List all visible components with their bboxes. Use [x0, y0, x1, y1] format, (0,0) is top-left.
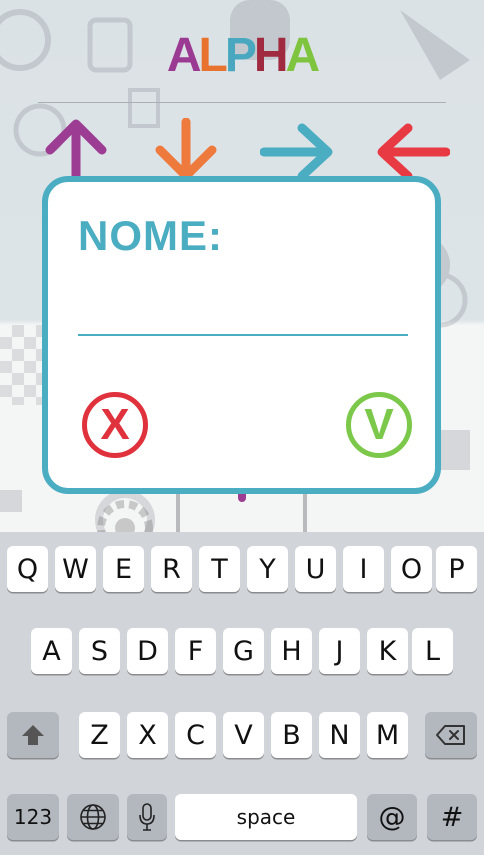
- key-label: K: [378, 635, 397, 667]
- name-input[interactable]: [78, 274, 408, 336]
- cancel-button[interactable]: X: [82, 392, 148, 458]
- logo-letter: H: [253, 29, 289, 82]
- globe-key[interactable]: [67, 794, 119, 840]
- key-label: U: [305, 553, 326, 585]
- key-g[interactable]: G: [223, 628, 264, 674]
- key-label: W: [62, 553, 89, 585]
- name-dialog: NOME: X V: [42, 176, 441, 494]
- key-label: Z: [90, 719, 109, 751]
- key-m[interactable]: M: [367, 712, 408, 758]
- key-p[interactable]: P: [436, 546, 477, 592]
- key-x[interactable]: X: [127, 712, 168, 758]
- key-label: O: [400, 553, 423, 585]
- logo-letter: P: [224, 29, 257, 82]
- key-f[interactable]: F: [175, 628, 216, 674]
- globe-icon: [80, 804, 106, 830]
- key-j[interactable]: J: [319, 628, 360, 674]
- checkered-flag-decoration: [0, 325, 44, 405]
- microphone-key[interactable]: [127, 794, 167, 840]
- key-label: space: [236, 805, 296, 829]
- logo-letter: A: [285, 29, 321, 82]
- shift-icon: [22, 725, 44, 745]
- backspace-icon: [436, 725, 465, 745]
- cancel-label: X: [100, 400, 130, 449]
- key-w[interactable]: W: [55, 546, 96, 592]
- hash-key[interactable]: #: [427, 794, 477, 840]
- header-divider: [38, 102, 446, 103]
- key-q[interactable]: Q: [7, 546, 48, 592]
- at-key[interactable]: @: [367, 794, 417, 840]
- key-label: E: [114, 553, 133, 585]
- key-n[interactable]: N: [319, 712, 360, 758]
- key-label: Y: [259, 553, 276, 585]
- key-label: R: [162, 553, 181, 585]
- microphone-icon: [139, 803, 155, 831]
- space-key[interactable]: space: [175, 794, 357, 840]
- key-label: H: [281, 635, 302, 667]
- key-v[interactable]: V: [223, 712, 264, 758]
- key-a[interactable]: A: [31, 628, 72, 674]
- ios-keyboard: Q W E R T Y U I O P A S D F G H J K L Z …: [0, 532, 484, 855]
- key-label: Q: [16, 553, 39, 585]
- key-t[interactable]: T: [199, 546, 240, 592]
- key-label: F: [187, 635, 204, 667]
- logo-letter: L: [198, 29, 227, 82]
- key-l[interactable]: L: [412, 628, 453, 674]
- key-label: B: [282, 719, 301, 751]
- key-o[interactable]: O: [391, 546, 432, 592]
- key-s[interactable]: S: [79, 628, 120, 674]
- arrow-right-icon[interactable]: [260, 122, 334, 182]
- key-label: I: [359, 553, 368, 585]
- gear-icon: [97, 500, 153, 532]
- key-label: S: [90, 635, 109, 667]
- key-k[interactable]: K: [367, 628, 408, 674]
- key-label: A: [42, 635, 61, 667]
- key-label: V: [234, 719, 253, 751]
- arrow-left-icon[interactable]: [376, 122, 450, 182]
- key-i[interactable]: I: [343, 546, 384, 592]
- key-label: #: [440, 801, 464, 833]
- shift-key[interactable]: [7, 712, 59, 758]
- key-d[interactable]: D: [127, 628, 168, 674]
- key-label: N: [329, 719, 350, 751]
- key-label: D: [137, 635, 158, 667]
- key-label: 123: [13, 805, 53, 829]
- key-y[interactable]: Y: [247, 546, 288, 592]
- key-label: P: [448, 553, 465, 585]
- key-label: X: [138, 719, 157, 751]
- dialog-title: NOME:: [78, 212, 223, 259]
- numbers-key[interactable]: 123: [7, 794, 59, 840]
- alpha-logo: ALPHA: [0, 28, 484, 84]
- logo-letter: A: [166, 29, 202, 82]
- key-z[interactable]: Z: [79, 712, 120, 758]
- key-label: G: [233, 635, 254, 667]
- key-label: @: [378, 801, 406, 833]
- confirm-button[interactable]: V: [346, 392, 412, 458]
- key-label: L: [424, 635, 441, 667]
- delete-key[interactable]: [425, 712, 477, 758]
- confirm-label: V: [364, 400, 394, 449]
- key-label: M: [375, 719, 400, 751]
- key-label: C: [186, 719, 205, 751]
- key-h[interactable]: H: [271, 628, 312, 674]
- key-c[interactable]: C: [175, 712, 216, 758]
- key-e[interactable]: E: [103, 546, 144, 592]
- key-b[interactable]: B: [271, 712, 312, 758]
- key-u[interactable]: U: [295, 546, 336, 592]
- key-label: J: [335, 635, 344, 667]
- arrow-down-icon[interactable]: [152, 118, 220, 182]
- key-label: T: [211, 553, 228, 585]
- key-r[interactable]: R: [151, 546, 192, 592]
- arrow-up-icon[interactable]: [42, 118, 110, 182]
